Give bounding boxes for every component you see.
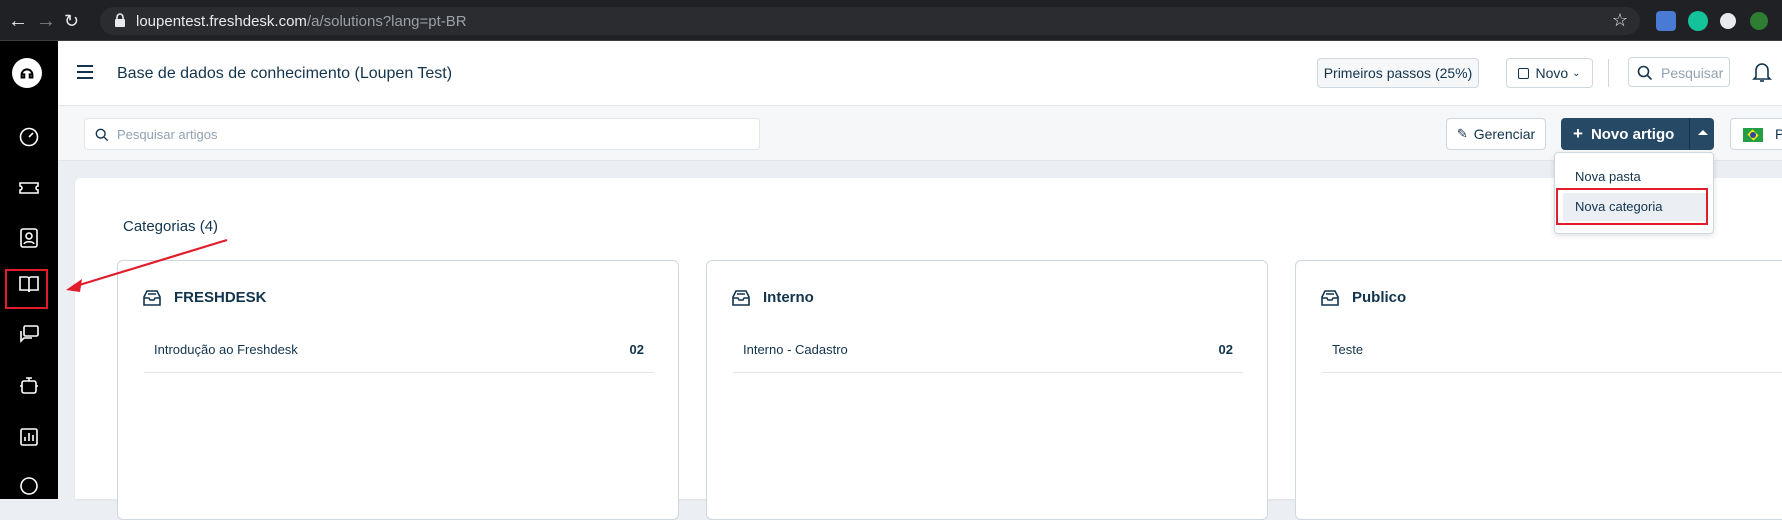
annotation-arrow [66,238,228,292]
